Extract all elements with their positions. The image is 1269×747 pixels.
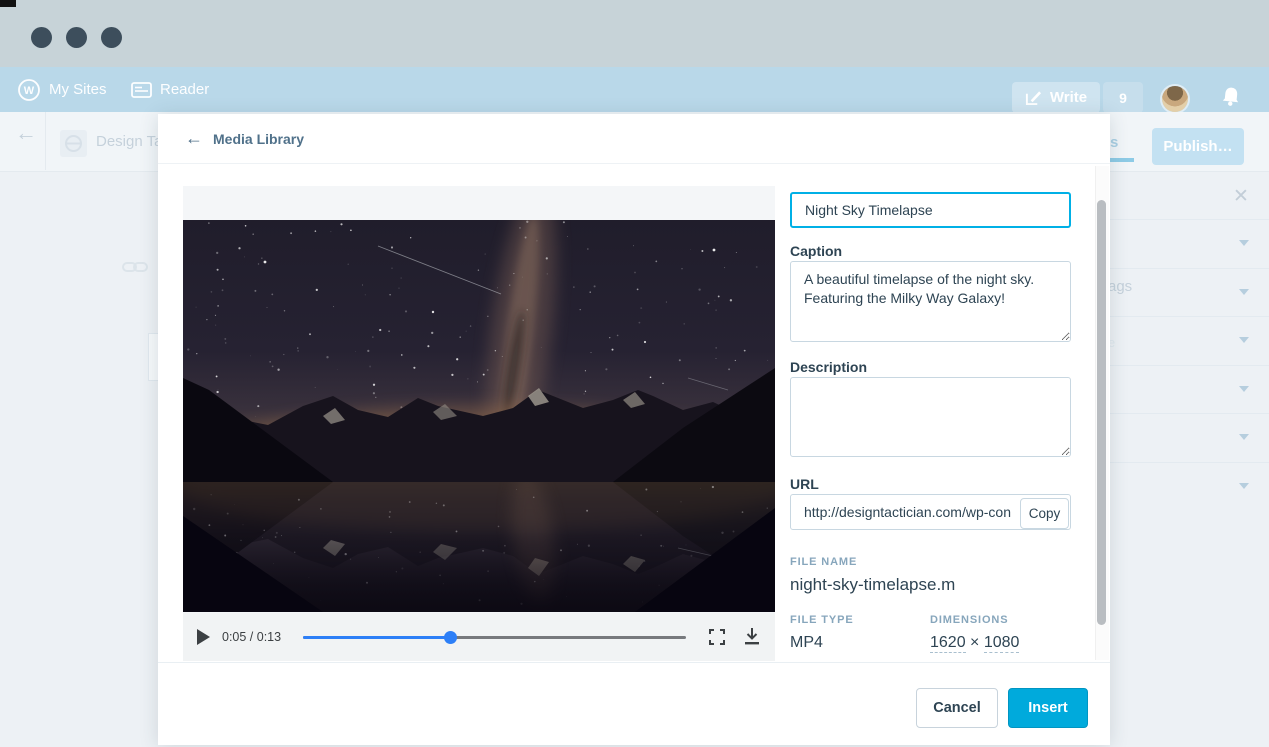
window-minimize-button[interactable] bbox=[66, 27, 87, 48]
media-library-label: Media Library bbox=[213, 131, 304, 147]
modal-scrollbar-thumb[interactable] bbox=[1097, 200, 1106, 625]
link-icon[interactable] bbox=[122, 260, 148, 274]
media-details-modal: ← Media Library 0:05 / 0:13 Night Sky Ti… bbox=[158, 114, 1110, 744]
caption-textarea[interactable] bbox=[790, 261, 1071, 342]
reader-icon bbox=[131, 82, 152, 98]
video-progress-track[interactable] bbox=[303, 636, 686, 639]
notifications-bell-icon[interactable] bbox=[1220, 85, 1242, 109]
divider bbox=[1110, 316, 1269, 317]
svg-text:W: W bbox=[24, 85, 35, 97]
divider bbox=[1110, 219, 1269, 220]
caption-label: Caption bbox=[790, 243, 842, 259]
chevron-down-icon[interactable] bbox=[1239, 289, 1249, 295]
file-type-value: MP4 bbox=[790, 634, 823, 652]
chevron-down-icon[interactable] bbox=[1239, 337, 1249, 343]
fullscreen-button[interactable] bbox=[708, 628, 726, 646]
tags-label-fragment: ags bbox=[1108, 278, 1132, 295]
copy-button[interactable]: Copy bbox=[1020, 498, 1069, 529]
play-button[interactable] bbox=[197, 629, 210, 645]
description-textarea[interactable] bbox=[790, 377, 1071, 457]
divider bbox=[45, 112, 46, 170]
title-input[interactable] bbox=[790, 192, 1071, 228]
chevron-down-icon[interactable] bbox=[1239, 386, 1249, 392]
media-library-back-button[interactable]: ← Media Library bbox=[185, 114, 304, 163]
back-arrow-icon: ← bbox=[185, 128, 203, 149]
text-fade bbox=[1031, 575, 1071, 597]
dimensions-separator: × bbox=[970, 634, 979, 651]
avatar[interactable] bbox=[1162, 86, 1188, 112]
dimensions-label: DIMENSIONS bbox=[930, 614, 1008, 626]
chevron-down-icon[interactable] bbox=[1239, 434, 1249, 440]
editor-back-icon[interactable]: ← bbox=[15, 120, 37, 146]
window-close-button[interactable] bbox=[31, 27, 52, 48]
write-button[interactable]: Write bbox=[1012, 82, 1100, 113]
description-label: Description bbox=[790, 359, 867, 375]
divider bbox=[1110, 462, 1269, 463]
publish-button[interactable]: Publish… bbox=[1152, 128, 1244, 165]
wpcom-masthead: W My Sites Reader Write 9 bbox=[0, 67, 1269, 112]
my-sites-button[interactable]: W My Sites bbox=[17, 67, 107, 112]
night-sky-video-frame bbox=[183, 220, 775, 612]
close-panel-icon[interactable]: ✕ bbox=[1233, 185, 1249, 208]
wordpress-logo-icon: W bbox=[17, 78, 41, 102]
insert-button[interactable]: Insert bbox=[1008, 688, 1088, 728]
pencil-square-icon bbox=[1025, 89, 1042, 106]
divider bbox=[1110, 413, 1269, 414]
notification-count-badge[interactable]: 9 bbox=[1103, 82, 1143, 113]
url-label: URL bbox=[790, 476, 819, 492]
window-zoom-button[interactable] bbox=[101, 27, 122, 48]
file-name-value: night-sky-timelapse.m bbox=[790, 575, 1071, 597]
dimensions-width: 1620 bbox=[930, 634, 966, 653]
site-icon[interactable] bbox=[60, 130, 87, 157]
dimensions-value: 1620 × 1080 bbox=[930, 634, 1019, 652]
dimensions-height: 1080 bbox=[984, 634, 1020, 653]
reader-label: Reader bbox=[160, 81, 209, 98]
settings-tab-fragment[interactable]: s bbox=[1110, 134, 1118, 151]
divider bbox=[1110, 365, 1269, 366]
my-sites-label: My Sites bbox=[49, 81, 107, 98]
cancel-button[interactable]: Cancel bbox=[916, 688, 998, 728]
write-label: Write bbox=[1050, 89, 1087, 106]
screen-corner-artifact bbox=[0, 0, 16, 7]
video-progress-played bbox=[303, 636, 450, 639]
chevron-down-icon[interactable] bbox=[1239, 240, 1249, 246]
file-type-label: FILE TYPE bbox=[790, 614, 854, 626]
chevron-down-icon[interactable] bbox=[1239, 483, 1249, 489]
browser-titlebar bbox=[0, 0, 1269, 67]
video-progress-thumb[interactable] bbox=[444, 631, 457, 644]
video-controls-bar: 0:05 / 0:13 bbox=[183, 613, 775, 661]
divider bbox=[1110, 268, 1269, 269]
file-name-label: FILE NAME bbox=[790, 556, 857, 568]
reader-button[interactable]: Reader bbox=[131, 67, 209, 112]
modal-header: ← Media Library bbox=[158, 114, 1110, 164]
download-button[interactable] bbox=[743, 627, 761, 647]
video-time: 0:05 / 0:13 bbox=[222, 630, 281, 644]
video-player[interactable]: 0:05 / 0:13 bbox=[183, 186, 775, 661]
